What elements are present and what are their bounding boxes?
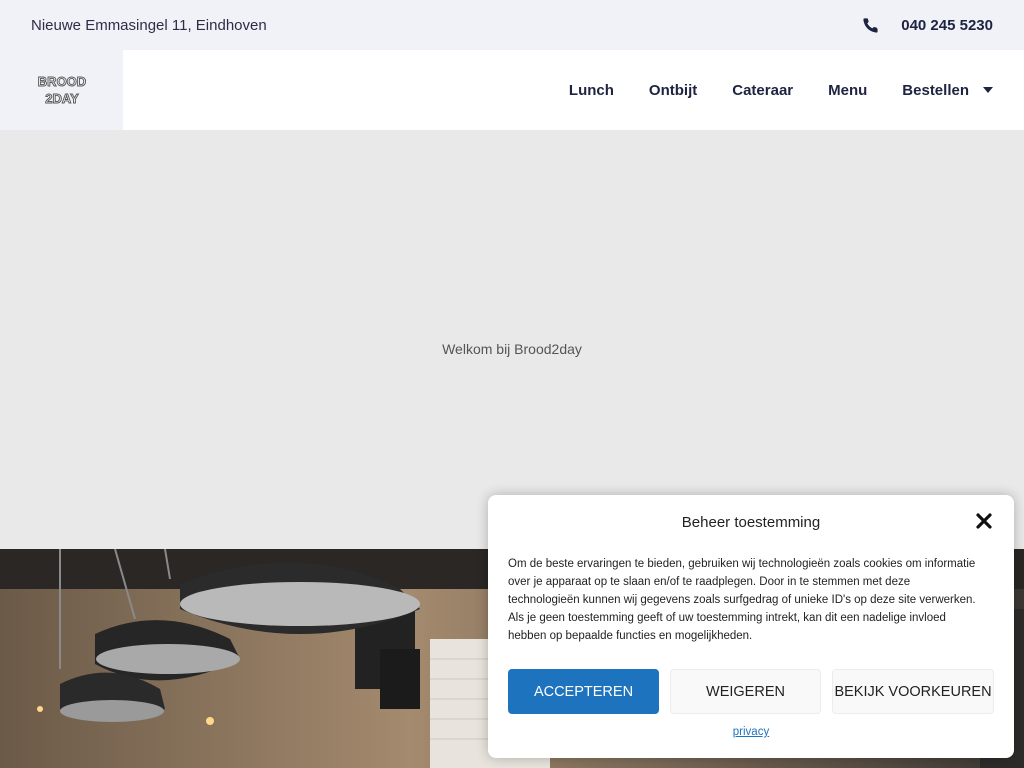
nav-bestellen-label: Bestellen xyxy=(902,81,969,99)
consent-title: Beheer toestemming xyxy=(681,514,821,531)
caret-down-icon xyxy=(983,87,993,93)
phone-link[interactable]: 040 245 5230 xyxy=(862,17,993,34)
nav-ontbijt[interactable]: Ontbijt xyxy=(649,82,697,99)
logo-line1: BROOD xyxy=(37,74,85,89)
hero-section: Welkom bij Brood2day xyxy=(0,130,1024,549)
main-nav: Lunch Ontbijt Cateraar Menu Bestellen xyxy=(569,82,1024,99)
logo-link[interactable]: BROOD 2DAY xyxy=(0,50,123,130)
privacy-link-wrapper: privacy xyxy=(488,726,1014,738)
brood2day-logo: BROOD 2DAY xyxy=(37,74,86,107)
top-bar: Nieuwe Emmasingel 11, Eindhoven 040 245 … xyxy=(0,0,1024,50)
nav-lunch[interactable]: Lunch xyxy=(569,82,614,99)
close-icon[interactable] xyxy=(976,513,992,529)
phone-number[interactable]: 040 245 5230 xyxy=(901,17,993,34)
nav-cateraar[interactable]: Cateraar xyxy=(732,82,793,99)
consent-body-text: Om de beste ervaringen te bieden, gebrui… xyxy=(508,558,976,642)
privacy-link[interactable]: privacy xyxy=(733,726,769,738)
hero-welcome-text: Welkom bij Brood2day xyxy=(442,340,582,357)
deny-button[interactable]: WEIGEREN xyxy=(670,669,821,714)
site-header: BROOD 2DAY Lunch Ontbijt Cateraar Menu B… xyxy=(0,50,1024,130)
nav-menu[interactable]: Menu xyxy=(828,82,867,99)
address-text: Nieuwe Emmasingel 11, Eindhoven xyxy=(31,16,267,34)
phone-icon xyxy=(863,17,878,33)
nav-bestellen[interactable]: Bestellen xyxy=(902,82,993,99)
logo-line2: 2DAY xyxy=(45,91,79,106)
accept-button[interactable]: ACCEPTEREN xyxy=(508,669,659,714)
view-preferences-button[interactable]: BEKIJK VOORKEUREN xyxy=(832,669,994,714)
consent-buttons: ACCEPTEREN WEIGEREN BEKIJK VOORKEUREN xyxy=(508,669,994,714)
cookie-consent-dialog: Beheer toestemming Om de beste ervaringe… xyxy=(488,495,1014,758)
